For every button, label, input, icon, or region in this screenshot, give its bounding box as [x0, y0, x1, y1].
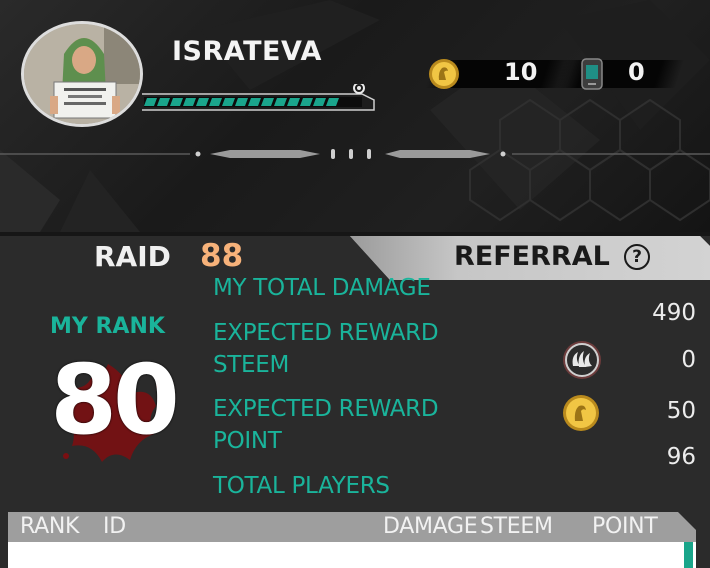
expected-reward-steem-label-2: STEEM	[213, 352, 290, 378]
ranking-table-header: RANK ID DAMAGE STEEM POINT	[8, 512, 696, 542]
total-players-label: TOTAL PLAYERS	[213, 473, 390, 499]
my-rank-label: MY RANK	[50, 314, 165, 339]
expected-reward-steem-value: 0	[681, 347, 696, 373]
gold-coin-icon	[429, 59, 459, 89]
username: ISRATEVA	[172, 36, 322, 67]
total-damage-label: MY TOTAL DAMAGE	[213, 275, 431, 301]
currency-backdrop	[555, 60, 685, 88]
gold-coin-count: 10	[504, 58, 538, 86]
raid-count: 88	[200, 238, 244, 274]
total-players-value: 96	[666, 444, 696, 470]
profile-header: ISRATEVA 10 0	[0, 0, 710, 232]
point-coin-icon	[563, 395, 599, 431]
raid-panel: RAID 88 REFERRAL ? MY RANK 80 MY TOTAL D…	[0, 236, 710, 568]
phone-device-icon	[581, 58, 603, 90]
ranking-table-body[interactable]	[8, 542, 696, 568]
expected-reward-steem-label-1: EXPECTED REWARD	[213, 320, 439, 346]
column-header-point[interactable]: POINT	[592, 514, 658, 539]
device-count: 0	[628, 58, 645, 86]
steem-icon	[563, 341, 601, 379]
header-divider	[0, 149, 710, 159]
avatar[interactable]	[21, 21, 143, 127]
expected-reward-point-value: 50	[666, 398, 696, 424]
help-icon[interactable]: ?	[624, 244, 650, 270]
column-header-steem[interactable]: STEEM	[480, 514, 553, 539]
expected-reward-point-label-1: EXPECTED REWARD	[213, 396, 439, 422]
column-header-id[interactable]: ID	[103, 514, 126, 539]
tab-referral-label: REFERRAL	[454, 241, 610, 272]
my-rank-value: 80	[50, 344, 180, 456]
table-scrollbar[interactable]	[684, 542, 693, 568]
expected-reward-point-label-2: POINT	[213, 428, 282, 454]
column-header-damage[interactable]: DAMAGE	[383, 514, 478, 539]
xp-progress-bar	[142, 84, 375, 111]
column-header-rank[interactable]: RANK	[20, 514, 79, 539]
tab-raid-label: RAID	[94, 240, 171, 273]
tab-referral[interactable]: REFERRAL	[390, 236, 710, 280]
total-damage-value: 490	[652, 300, 696, 326]
